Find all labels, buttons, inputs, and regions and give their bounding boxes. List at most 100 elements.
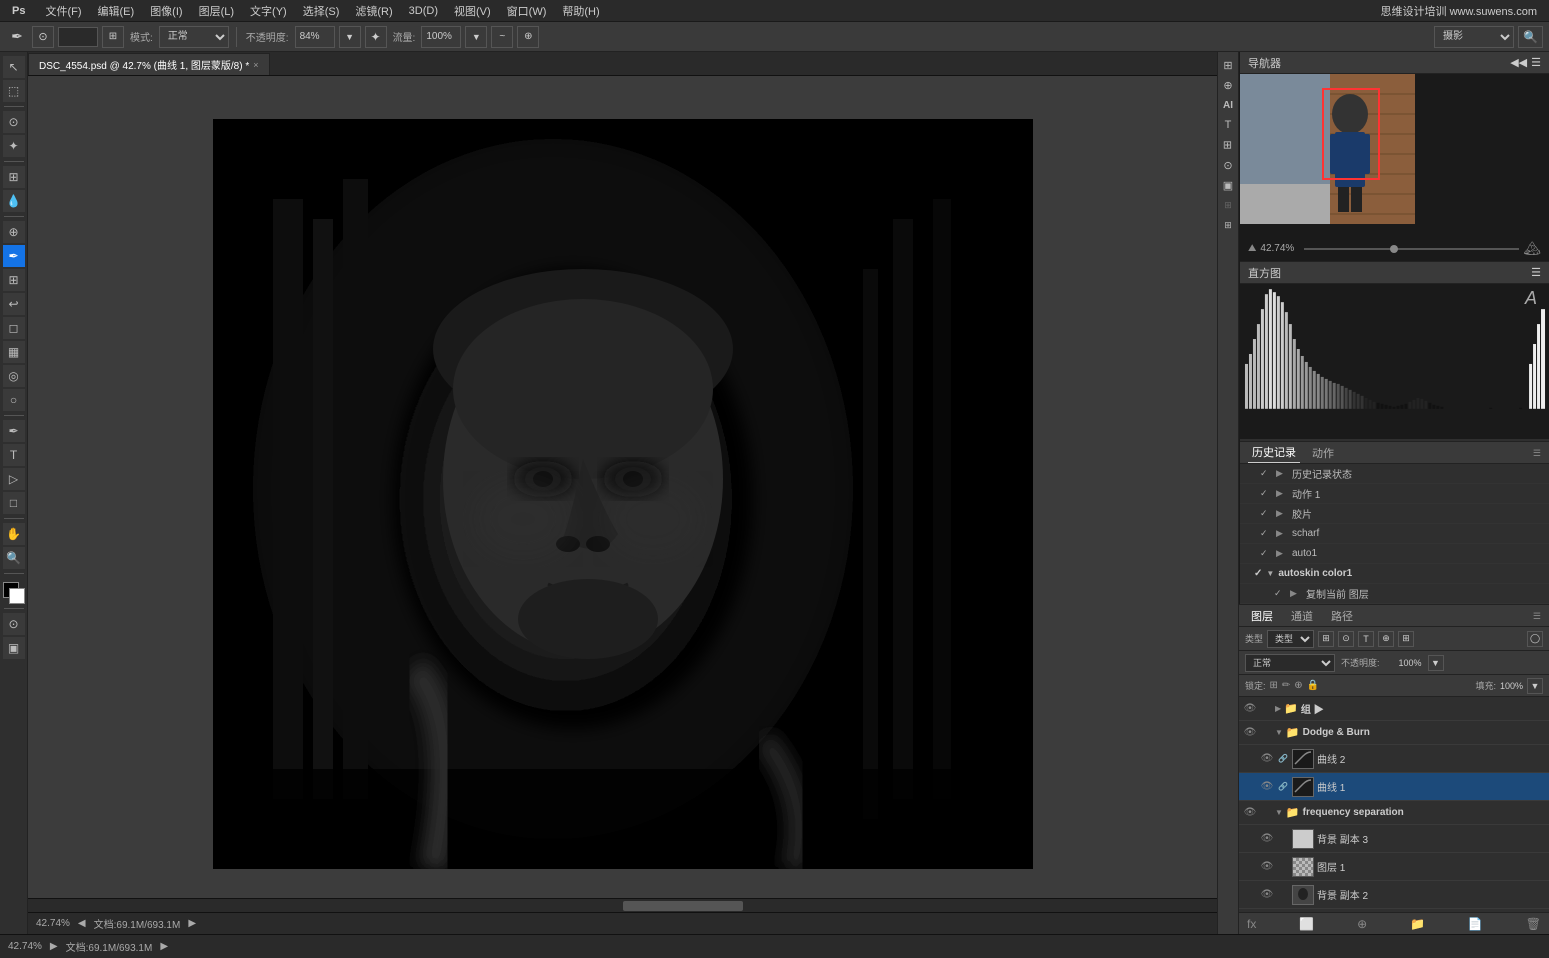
rts-icon-7[interactable]: ⊞ <box>1219 196 1237 214</box>
brush-size-button[interactable]: ⊙ <box>32 26 54 48</box>
fill-chevron[interactable]: ▼ <box>1527 678 1543 694</box>
status-arrow[interactable]: ▶ <box>160 941 168 952</box>
create-layer-btn[interactable]: 📄 <box>1468 917 1483 931</box>
rts-icon-6[interactable]: ▣ <box>1219 176 1237 194</box>
layer-group-zu[interactable]: 👁 ▶ 📁 组 ▶ <box>1239 697 1549 721</box>
blur-tool[interactable]: ◎ <box>3 365 25 387</box>
filter-icon-t[interactable]: T <box>1358 631 1374 647</box>
foreground-background-colors[interactable] <box>3 582 25 604</box>
menu-view[interactable]: 视图(V) <box>446 1 499 21</box>
layer-group-freq-sep[interactable]: 👁 ▼ 📁 frequency separation <box>1239 801 1549 825</box>
history-tab-history[interactable]: 历史记录 <box>1248 442 1300 463</box>
menu-help[interactable]: 帮助(H) <box>554 1 607 21</box>
filter-icon-4[interactable]: ⊞ <box>1398 631 1414 647</box>
background-color[interactable] <box>9 588 25 604</box>
opacity-options-button[interactable]: ▼ <box>339 26 361 48</box>
pen-tool[interactable]: ✒ <box>3 420 25 442</box>
stamp-tool[interactable]: ⊞ <box>3 269 25 291</box>
smoothing-button[interactable]: ~ <box>491 26 513 48</box>
gradient-tool[interactable]: ▦ <box>3 341 25 363</box>
lock-position-icon[interactable]: ⊕ <box>1294 680 1302 691</box>
delete-layer-btn[interactable]: 🗑 <box>1526 917 1541 931</box>
path-select-tool[interactable]: ▷ <box>3 468 25 490</box>
layer-type-select[interactable]: 类型 <box>1267 630 1314 648</box>
layer-eye-layer1[interactable]: 👁 <box>1260 860 1274 874</box>
lock-all-icon[interactable]: 🔒 <box>1307 680 1319 691</box>
layer-row-curve2[interactable]: 👁 🔗 曲线 2 <box>1239 745 1549 773</box>
quick-mask-button[interactable]: ⊙ <box>3 613 25 635</box>
status-triangle[interactable]: ▶ <box>50 941 58 952</box>
rts-icon-5[interactable]: ⊙ <box>1219 156 1237 174</box>
layer-expand-db[interactable]: ▼ <box>1275 728 1283 737</box>
menu-layer[interactable]: 图层(L) <box>191 1 242 21</box>
tab-close-button[interactable]: × <box>253 60 258 70</box>
opacity-input[interactable] <box>295 26 335 48</box>
healing-brush-tool[interactable]: ⊕ <box>3 221 25 243</box>
eyedropper-tool[interactable]: 💧 <box>3 190 25 212</box>
canvas-hscroll[interactable] <box>28 898 1217 912</box>
layer-eye-curve1[interactable]: 👁 <box>1260 780 1274 794</box>
layers-tab-layers[interactable]: 图层 <box>1247 606 1277 626</box>
active-document-tab[interactable]: DSC_4554.psd @ 42.7% (曲线 1, 图层蒙版/8) * × <box>28 53 270 75</box>
layer-expand-fs[interactable]: ▼ <box>1275 808 1283 817</box>
flow-input[interactable] <box>421 26 461 48</box>
layer-row-layer1[interactable]: 👁 图层 1 <box>1239 853 1549 881</box>
canvas-arrow-left[interactable]: ◀ <box>78 918 86 929</box>
layer-eye-bg2[interactable]: 👁 <box>1260 888 1274 902</box>
menu-filter[interactable]: 滤镜(R) <box>347 1 400 21</box>
navigator-collapse[interactable]: ◀◀ <box>1510 56 1527 69</box>
history-item[interactable]: ✓ ▶ 动作 1 <box>1240 484 1549 504</box>
extra-button[interactable]: ⊕ <box>517 26 539 48</box>
marquee-tool[interactable]: ⬚ <box>3 80 25 102</box>
layer-group-dodge-burn[interactable]: 👁 ▼ 📁 Dodge & Burn <box>1239 721 1549 745</box>
layers-tab-channels[interactable]: 通道 <box>1287 606 1317 626</box>
navigator-menu[interactable]: ☰ <box>1531 56 1541 69</box>
rts-icon-3[interactable]: T <box>1219 116 1237 134</box>
rts-icon-2[interactable]: ⊕ <box>1219 76 1237 94</box>
layer-row-bg2[interactable]: 👁 背景 副本 2 <box>1239 881 1549 909</box>
filter-icon-1[interactable]: ⊞ <box>1318 631 1334 647</box>
menu-window[interactable]: 窗口(W) <box>499 1 555 21</box>
airbrush-button[interactable]: ✦ <box>365 26 387 48</box>
layer-eye-curve2[interactable]: 👁 <box>1260 752 1274 766</box>
lock-paint-icon[interactable]: ✏ <box>1282 680 1290 691</box>
history-folder-autoskin[interactable]: ✓ ▼ autoskin color1 <box>1240 564 1549 584</box>
menu-image[interactable]: 图像(I) <box>142 1 190 21</box>
zoom-tool[interactable]: 🔍 <box>3 547 25 569</box>
navigator-zoom-thumb[interactable] <box>1390 245 1398 253</box>
brush-tool-button[interactable]: ✒ <box>6 26 28 48</box>
opacity-chevron[interactable]: ▼ <box>1428 655 1444 671</box>
filter-icon-2[interactable]: ⊙ <box>1338 631 1354 647</box>
canvas-viewport[interactable] <box>28 76 1217 912</box>
histogram-menu[interactable]: ☰ <box>1531 266 1541 279</box>
layer-eye-db[interactable]: 👁 <box>1243 726 1257 740</box>
hand-tool[interactable]: ✋ <box>3 523 25 545</box>
canvas-arrow-right[interactable]: ▶ <box>188 918 196 929</box>
workspace-search[interactable]: 🔍 <box>1518 26 1543 48</box>
eraser-tool[interactable]: ◻ <box>3 317 25 339</box>
layer-expand-zu[interactable]: ▶ <box>1275 704 1281 713</box>
history-item[interactable]: ✓ ▶ 胶片 <box>1240 504 1549 524</box>
filter-icon-3[interactable]: ⊕ <box>1378 631 1394 647</box>
dodge-tool[interactable]: ○ <box>3 389 25 411</box>
hscroll-thumb[interactable] <box>623 901 743 911</box>
menu-3d[interactable]: 3D(D) <box>401 3 446 19</box>
layers-menu[interactable]: ☰ <box>1533 611 1541 621</box>
brush-options-button[interactable]: ⊞ <box>102 26 124 48</box>
create-group-btn[interactable]: 📁 <box>1410 917 1425 931</box>
quick-select-tool[interactable]: ✦ <box>3 135 25 157</box>
move-tool[interactable]: ↖ <box>3 56 25 78</box>
layer-mode-select[interactable]: 正常 <box>1245 654 1335 672</box>
lock-transparent-icon[interactable]: ⊞ <box>1270 680 1278 691</box>
history-item[interactable]: ✓ ▶ auto1 <box>1240 544 1549 564</box>
history-brush-tool[interactable]: ↩ <box>3 293 25 315</box>
rts-icon-4[interactable]: ⊞ <box>1219 136 1237 154</box>
zoom-in-icon[interactable]: 🏔 <box>1523 240 1541 257</box>
menu-file[interactable]: 文件(F) <box>37 1 89 21</box>
history-tab-actions[interactable]: 动作 <box>1308 443 1338 463</box>
lasso-tool[interactable]: ⊙ <box>3 111 25 133</box>
flow-options-button[interactable]: ▼ <box>465 26 487 48</box>
text-tool[interactable]: T <box>3 444 25 466</box>
menu-text[interactable]: 文字(Y) <box>242 1 295 21</box>
create-fill-btn[interactable]: ⊕ <box>1357 917 1367 931</box>
